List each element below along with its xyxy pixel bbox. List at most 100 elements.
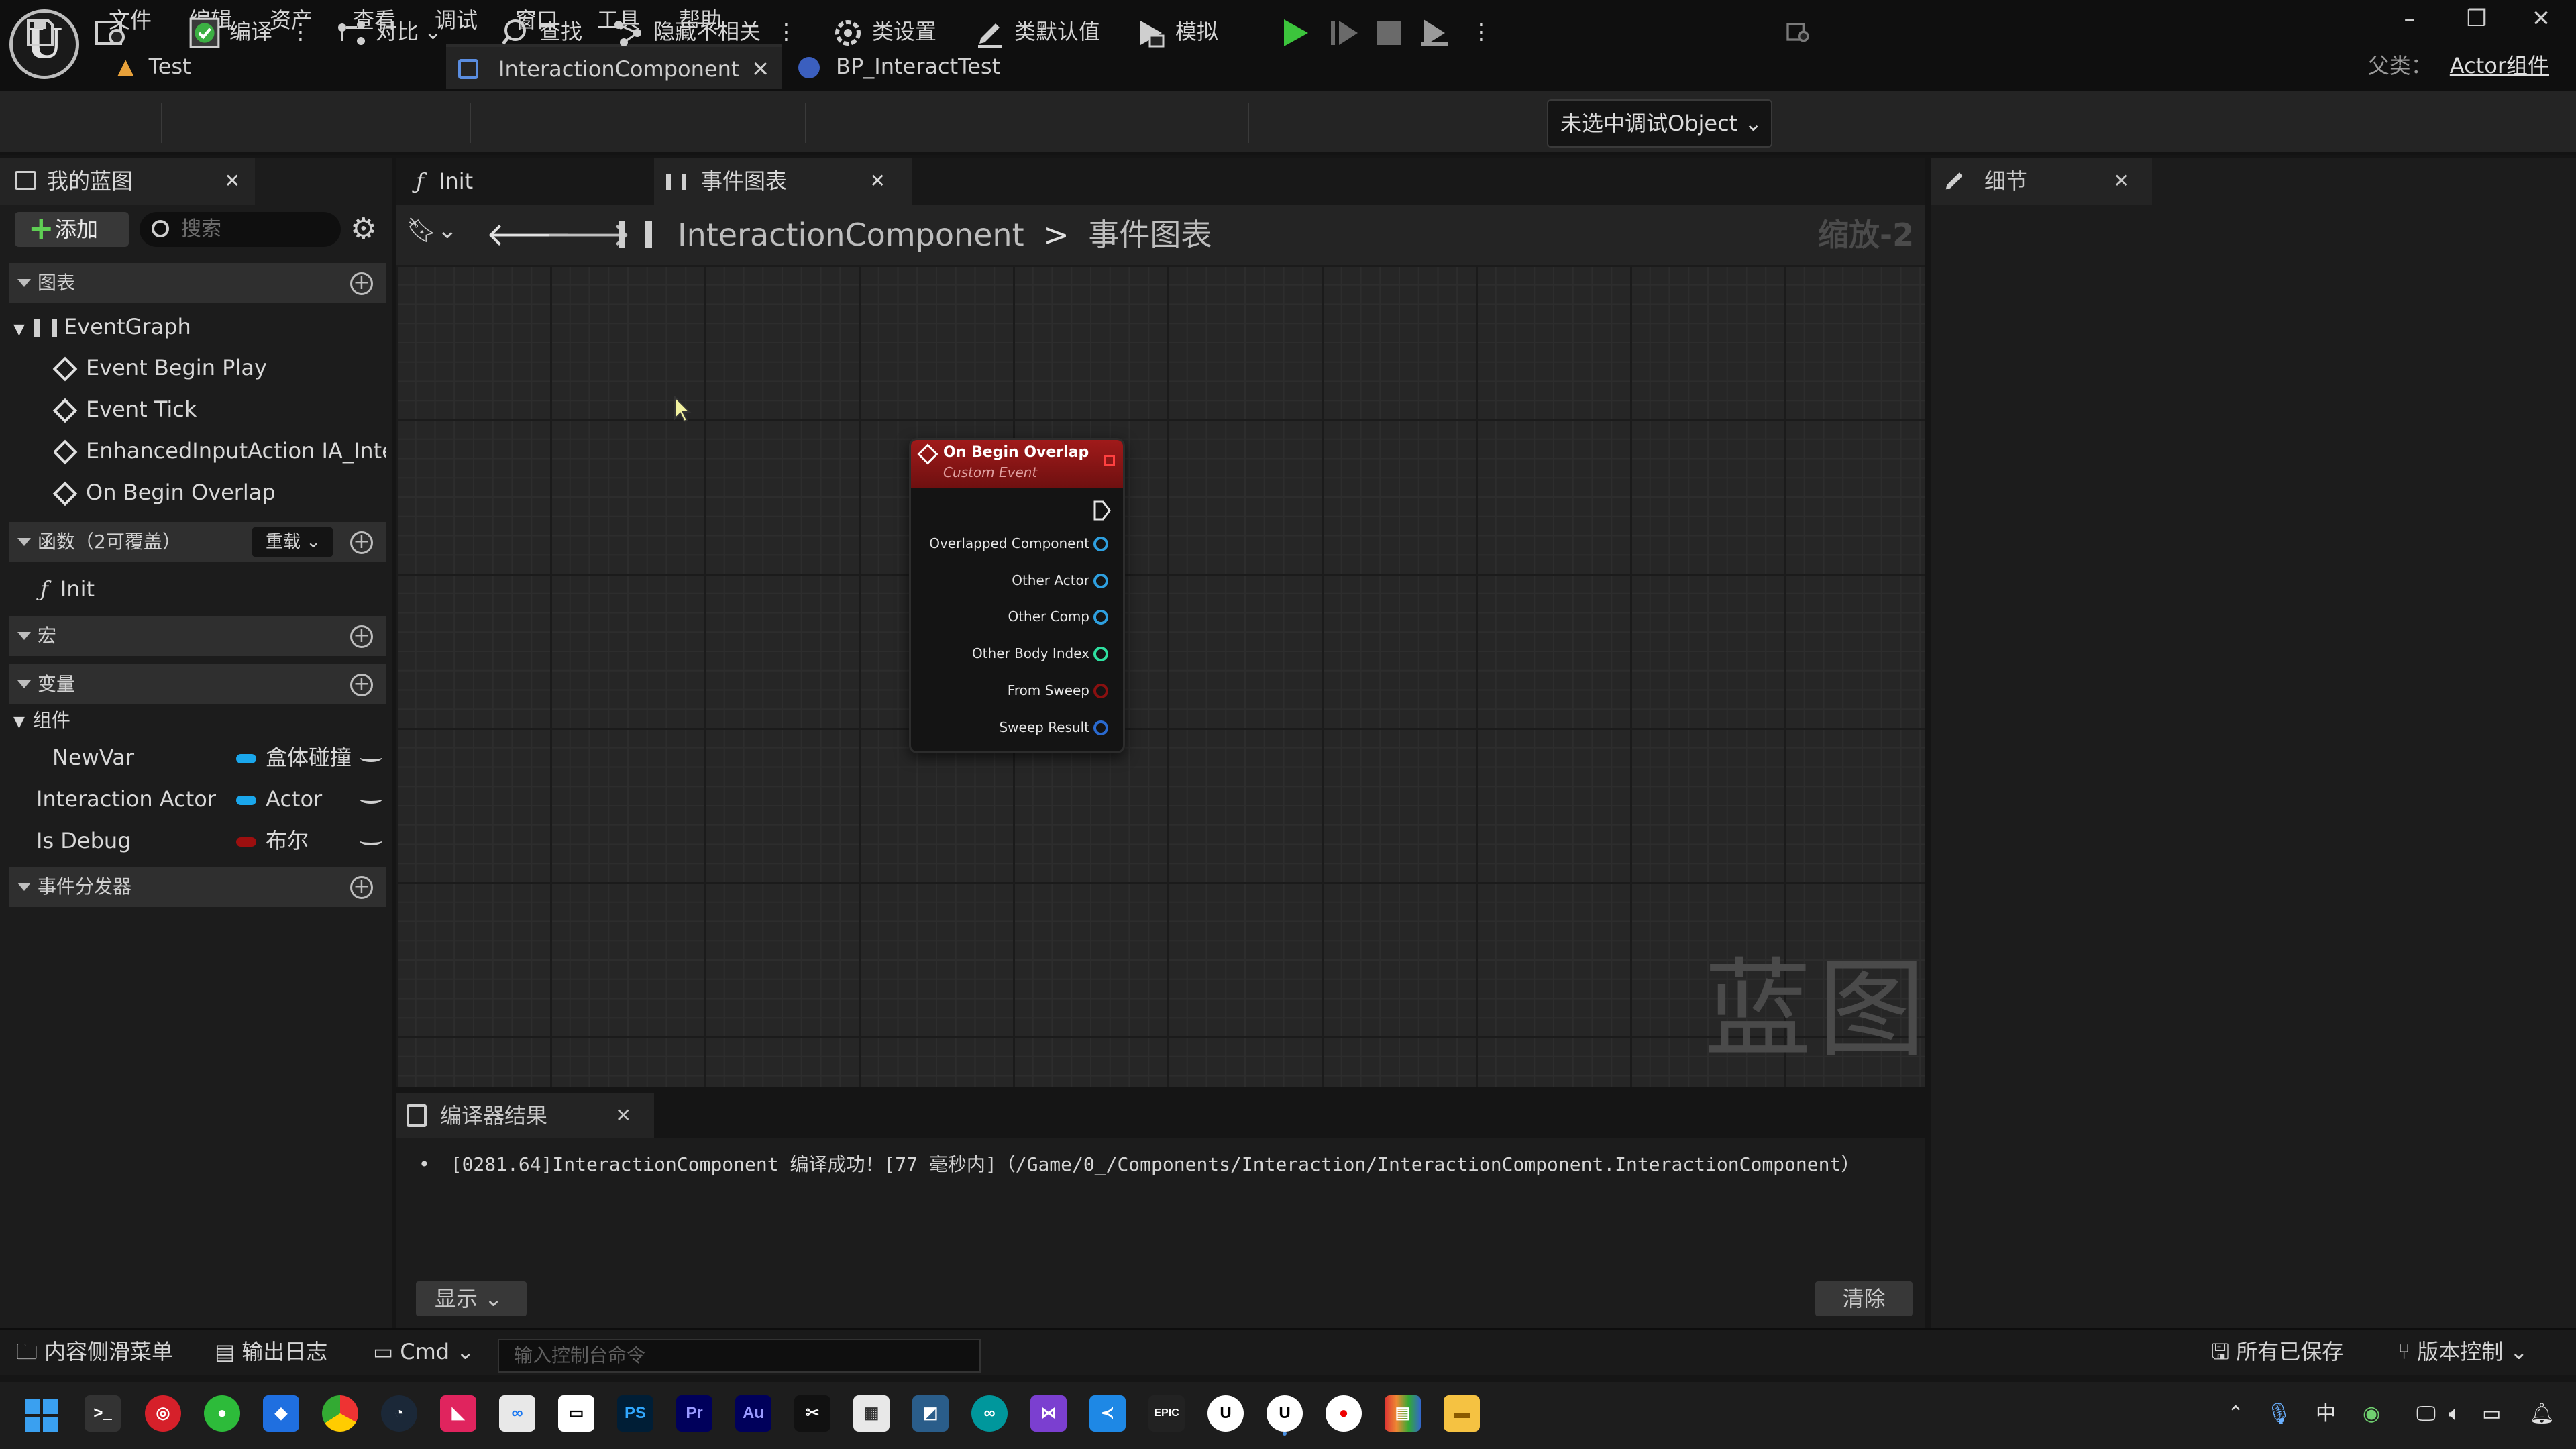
meta-icon[interactable]: ∞ — [499, 1395, 535, 1432]
breadcrumb-component[interactable]: InteractionComponent — [678, 217, 1024, 253]
notification-bell-icon[interactable]: 🔔︎ — [2529, 1395, 2555, 1433]
winrar-icon[interactable]: ▤ — [1385, 1395, 1421, 1432]
section-macros[interactable]: 宏 + — [9, 616, 386, 656]
compiler-results-tab[interactable]: 编译器结果 ✕ — [396, 1093, 654, 1138]
wechat-icon[interactable]: ● — [204, 1395, 240, 1432]
output-log-button[interactable]: ▤ 输出日志 — [215, 1328, 327, 1375]
tree-event-item[interactable]: Event Begin Play — [52, 347, 267, 388]
show-filter-button[interactable]: 显示 ⌄ — [416, 1281, 527, 1316]
battery-icon[interactable]: ▭ — [2482, 1395, 2501, 1433]
audition-icon[interactable]: Au — [735, 1395, 771, 1432]
doc-tab-event-graph[interactable]: 事件图表 ✕ — [654, 158, 912, 205]
capcut-icon[interactable]: ✂ — [794, 1395, 830, 1432]
eye-closed-icon[interactable] — [360, 794, 382, 804]
all-saved-button[interactable]: 🖫 所有已保存 — [2211, 1328, 2343, 1375]
obs-record-icon[interactable]: ● — [1326, 1395, 1362, 1432]
section-variables[interactable]: 变量 + — [9, 664, 386, 704]
eject-icon[interactable] — [1418, 9, 1458, 54]
eye-closed-icon[interactable] — [360, 836, 382, 845]
minimize-button[interactable]: – — [2377, 0, 2442, 38]
calculator-icon[interactable]: ▦ — [853, 1395, 890, 1432]
network-icon[interactable]: 🖵︎ — [2416, 1395, 2436, 1433]
clear-button[interactable]: 清除 — [1815, 1281, 1913, 1316]
variable-row[interactable]: Is Debug 布尔 — [9, 820, 386, 861]
vscode-icon[interactable]: ≺ — [1089, 1395, 1126, 1432]
close-icon[interactable]: ✕ — [616, 1093, 631, 1138]
tree-event-item[interactable]: Event Tick — [52, 389, 197, 429]
add-dispatcher-icon[interactable]: + — [350, 876, 373, 899]
app-icon[interactable]: ◣ — [440, 1395, 476, 1432]
save-icon[interactable] — [24, 9, 64, 54]
pin-other-body-index[interactable]: Other Body Index — [972, 645, 1108, 661]
bookmark-icon[interactable]: 🔖︎⌄ — [407, 216, 458, 244]
unreal-engine-icon[interactable]: U — [1208, 1395, 1244, 1432]
breadcrumb-graph[interactable]: 事件图表 — [1088, 217, 1212, 253]
add-macro-icon[interactable]: + — [350, 625, 373, 648]
my-blueprint-tab[interactable]: 我的蓝图 ✕ — [0, 158, 255, 205]
eye-closed-icon[interactable] — [360, 753, 382, 762]
settings-gear-icon[interactable]: ⚙ — [350, 213, 376, 246]
terminal-icon[interactable]: >_ — [85, 1395, 121, 1432]
close-window-button[interactable]: ✕ — [2509, 0, 2573, 38]
section-graphs[interactable]: 图表 + — [9, 263, 386, 303]
premiere-icon[interactable]: Pr — [676, 1395, 712, 1432]
feishu-icon[interactable]: ◆ — [263, 1395, 299, 1432]
tree-function-init[interactable]: ƒ Init — [40, 569, 95, 609]
class-defaults-button[interactable]: 类默认值 — [974, 9, 1100, 54]
section-functions[interactable]: 函数（2可覆盖） 重载 ⌄ + — [9, 522, 386, 562]
steam-icon[interactable]: ◔ — [381, 1395, 417, 1432]
stop-icon[interactable] — [1375, 9, 1410, 54]
tree-event-item[interactable]: On Begin Overlap — [52, 472, 276, 513]
pin-from-sweep[interactable]: From Sweep — [1008, 682, 1108, 698]
tray-chevron-up-icon[interactable]: ⌃ — [2227, 1395, 2244, 1433]
class-settings-button[interactable]: 类设置 — [832, 9, 936, 54]
add-function-icon[interactable]: + — [350, 531, 373, 554]
event-node-on-begin-overlap[interactable]: On Begin Overlap Custom Event Overlapped… — [909, 438, 1125, 753]
browse-icon[interactable] — [94, 9, 137, 54]
tree-event-graph[interactable]: ▼ EventGraph — [13, 307, 191, 350]
compile-button[interactable]: 编译 ⋮ — [188, 9, 311, 54]
details-tab[interactable]: 细节 ✕ — [1931, 158, 2152, 205]
microphone-icon[interactable]: 🎙︎ — [2266, 1395, 2292, 1433]
pin-overlapped-component[interactable]: Overlapped Component — [929, 535, 1108, 551]
variable-row[interactable]: Interaction Actor Actor — [9, 778, 386, 820]
pin-other-comp[interactable]: Other Comp — [1008, 608, 1108, 625]
photoshop-icon[interactable]: PS — [617, 1395, 653, 1432]
tree-event-item[interactable]: EnhancedInputAction IA_Intera — [54, 431, 386, 471]
add-variable-icon[interactable]: + — [350, 674, 373, 696]
parent-class-link[interactable]: Actor组件 — [2450, 53, 2549, 78]
close-icon[interactable]: ✕ — [225, 158, 240, 205]
netease-music-icon[interactable]: ◎ — [145, 1395, 181, 1432]
compiler-message[interactable]: • [0281.64]InteractionComponent 编译成功！[77… — [419, 1148, 1860, 1181]
add-button[interactable]: 添加 — [15, 211, 129, 247]
content-drawer-button[interactable]: 🗀︎ 内容侧滑菜单 — [16, 1328, 173, 1375]
graph-canvas[interactable] — [396, 265, 1925, 1087]
debug-browse-icon[interactable] — [1784, 9, 1819, 54]
delegate-pin-icon[interactable] — [1104, 455, 1115, 466]
override-dropdown[interactable]: 重载 ⌄ — [252, 527, 333, 557]
windows-start-icon[interactable] — [25, 1399, 58, 1432]
arduino-icon[interactable]: ∞ — [971, 1395, 1008, 1432]
epic-games-icon[interactable]: EPIC — [1148, 1395, 1185, 1432]
pin-sweep-result[interactable]: Sweep Result — [999, 719, 1108, 735]
ime-indicator[interactable]: 中 — [2316, 1395, 2336, 1433]
source-control-button[interactable]: ⑂ 版本控制 ⌄ — [2398, 1328, 2528, 1375]
diff-button[interactable]: 对比 ⌄ — [335, 9, 442, 54]
step-icon[interactable] — [1330, 9, 1367, 54]
add-graph-icon[interactable]: + — [350, 272, 373, 295]
pin-other-actor[interactable]: Other Actor — [1012, 572, 1108, 588]
more-icon[interactable]: ⋮ — [1470, 9, 1492, 54]
more-icon[interactable]: ⋮ — [775, 19, 797, 44]
cmd-dropdown[interactable]: ▭ Cmd ⌄ — [373, 1328, 474, 1375]
console-command-input[interactable]: 输入控制台命令 — [498, 1339, 981, 1373]
volume-icon[interactable]: 🔈︎ — [2449, 1395, 2461, 1433]
variable-row[interactable]: NewVar 盒体碰撞 — [9, 737, 386, 778]
search-input[interactable]: 搜索 — [140, 212, 341, 247]
tray-app-icon[interactable]: ◉ — [2363, 1395, 2380, 1433]
network-app-icon[interactable]: ◩ — [912, 1395, 949, 1432]
file-explorer-icon[interactable]: ▬ — [1444, 1395, 1480, 1432]
doc-tab-init[interactable]: ƒ Init — [408, 158, 643, 205]
section-event-dispatchers[interactable]: 事件分发器 + — [9, 867, 386, 907]
simulate-button[interactable]: 模拟 — [1135, 9, 1218, 54]
visual-studio-icon[interactable]: ⋈ — [1030, 1395, 1067, 1432]
